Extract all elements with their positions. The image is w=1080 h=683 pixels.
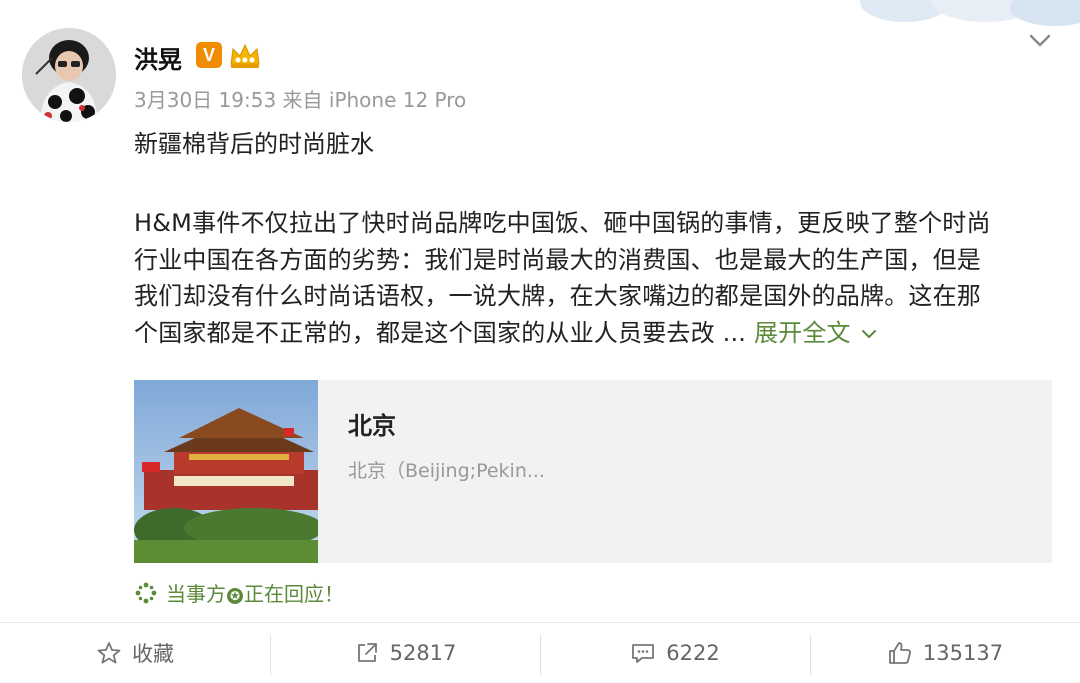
avatar[interactable] [22,28,116,122]
post-title: 新疆棉背后的时尚脏水 [134,130,374,158]
post-body-line: H&M事件不仅拉出了快时尚品牌吃中国饭、砸中国锅的事情，更反映了整个时尚 [134,209,991,237]
respond-status[interactable]: 正在回应！ [244,582,344,606]
post-body-line: 我们却没有什么时尚话语权，一说大牌，在大家嘴边的都是国外的品牌。这在那 [134,282,981,310]
vip-crown-icon [230,43,260,68]
author-name[interactable]: 洪晃 [134,40,182,75]
share-icon [357,643,377,662]
favorite-button[interactable]: 收藏 [0,623,270,683]
sparkle-icon [135,582,157,603]
thumbs-up-icon [889,642,911,664]
chevron-down-icon[interactable] [1026,26,1054,54]
expand-full-text-link[interactable]: 展开全文 [754,319,879,347]
expand-label[interactable]: 展开全文 [754,319,851,347]
weibo-post-screen: 洪晃 V 3月30日 19:53 来自 iPhone 12 Pro 新疆棉背后的… [0,0,1080,683]
post-body-last-line: 个国家都是不正常的，都是这个国家的从业人员要去改 ... 展开全文 [134,315,1054,352]
comment-button[interactable]: 6222 [540,623,810,683]
respond-text[interactable]: 当事方 ✪ 正在回应！ [166,578,344,607]
comment-count[interactable]: 6222 [666,641,719,665]
chevron-down-icon[interactable] [859,324,879,344]
like-count[interactable]: 135137 [923,641,1003,665]
repost-count[interactable]: 52817 [390,641,457,665]
respond-party[interactable]: 当事方 [166,582,226,606]
star-icon [97,642,121,664]
location-card-subtitle: 北京（Beijing;Pekin... [348,460,545,482]
location-card-title: 北京 [348,412,396,440]
post-body: H&M事件不仅拉出了快时尚品牌吃中国饭、砸中国锅的事情，更反映了整个时尚 行业中… [134,205,1054,351]
post-meta: 3月30日 19:53 来自 iPhone 12 Pro [134,88,467,112]
party-responding-link[interactable]: 当事方 ✪ 正在回应！ [134,578,344,607]
like-button[interactable]: 135137 [810,623,1080,683]
action-bar: 收藏 52817 6222 135137 [0,622,1080,683]
comment-icon [632,644,655,663]
repost-button[interactable]: 52817 [270,623,540,683]
favorite-label[interactable]: 收藏 [132,638,174,668]
post-body-line: 行业中国在各方面的劣势：我们是时尚最大的消费国、也是最大的生产国，但是 [134,245,981,274]
location-card[interactable]: 北京 北京（Beijing;Pekin... [134,380,1052,563]
location-thumbnail [134,380,318,563]
post-body-line: 个国家都是不正常的，都是这个国家的从业人员要去改 ... [134,318,754,347]
badge-icon: ✪ [227,587,243,604]
verified-badge-icon: V [196,42,222,68]
